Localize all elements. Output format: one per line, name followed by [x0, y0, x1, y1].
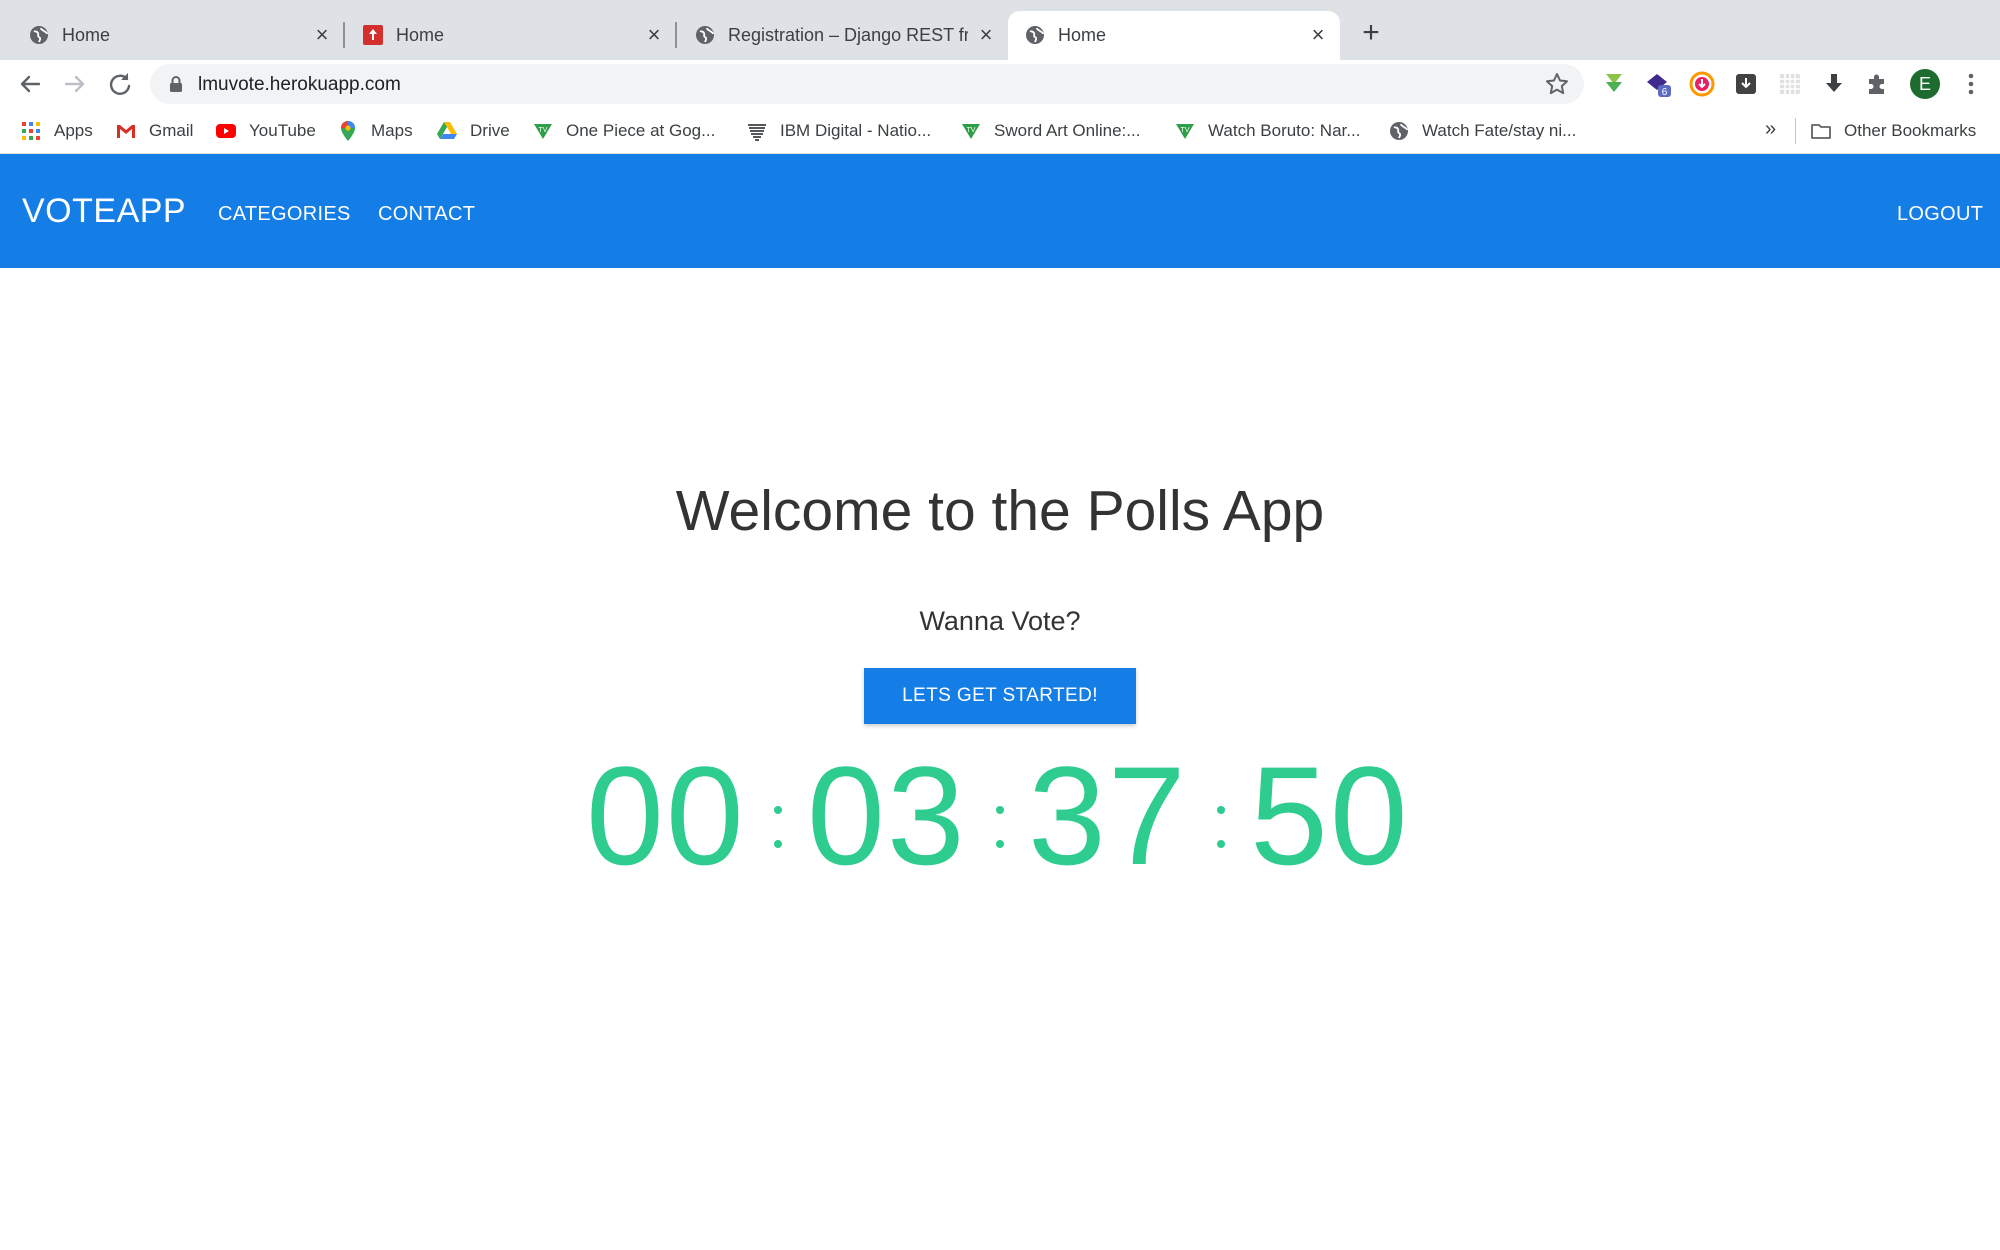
- browser-tab[interactable]: Registration – Django REST fra ×: [678, 11, 1008, 60]
- close-tab-icon[interactable]: ×: [310, 23, 334, 47]
- tab-title: Home: [396, 25, 445, 45]
- browser-tab[interactable]: Home ×: [12, 11, 338, 60]
- tab-divider: [675, 22, 677, 48]
- countdown-separator: [774, 806, 782, 848]
- countdown-separator: [996, 806, 1004, 848]
- green-download-extension-icon[interactable]: [1600, 70, 1628, 98]
- tv-icon: TV: [962, 124, 980, 139]
- tab-title: Registration – Django REST fra: [728, 25, 968, 45]
- save-extension-icon[interactable]: [1732, 70, 1760, 98]
- bookmarks-divider: [1795, 118, 1796, 144]
- globe-icon: [1026, 26, 1044, 44]
- svg-text:TV: TV: [539, 127, 548, 134]
- new-tab-icon[interactable]: +: [1356, 18, 1386, 48]
- maps-pin-icon: [341, 121, 355, 141]
- bookmark-label: Maps: [371, 121, 413, 140]
- countdown-separator: [1217, 806, 1225, 848]
- forward-arrow-icon[interactable]: [58, 67, 92, 101]
- countdown-days: 00: [586, 737, 746, 894]
- bookmark-boruto[interactable]: TV Watch Boruto: Nar...: [1174, 119, 1360, 143]
- kebab-menu-icon[interactable]: [1958, 70, 1984, 98]
- tab-title: Home: [1058, 25, 1107, 45]
- ibm-icon: [748, 124, 766, 141]
- nav-link-logout[interactable]: LOGOUT: [1897, 203, 1983, 226]
- countdown-hours: 03: [807, 737, 967, 894]
- profile-avatar[interactable]: E: [1910, 69, 1940, 99]
- bookmark-drive[interactable]: Drive: [436, 119, 510, 143]
- bookmark-fate-stay-night[interactable]: Watch Fate/stay ni...: [1388, 119, 1576, 143]
- grid-extension-icon[interactable]: [1776, 70, 1804, 98]
- globe-icon: [30, 26, 48, 44]
- reload-icon[interactable]: [103, 67, 137, 101]
- bookmark-label: Watch Fate/stay ni...: [1422, 121, 1577, 140]
- url-text: lmuvote.herokuapp.com: [198, 74, 401, 95]
- bookmark-label: Gmail: [149, 121, 194, 140]
- back-arrow-icon[interactable]: [13, 67, 47, 101]
- download-arrow-icon[interactable]: [1820, 70, 1848, 98]
- bookmark-label: YouTube: [249, 121, 316, 140]
- bookmarks-overflow-chevron[interactable]: »: [1765, 118, 1776, 141]
- bookmark-label: Apps: [54, 121, 93, 140]
- nav-link-categories[interactable]: CATEGORIES: [218, 203, 351, 226]
- brand-logo[interactable]: VOTEAPP: [22, 192, 186, 231]
- bookmark-label: Watch Boruto: Nar...: [1208, 121, 1361, 140]
- orange-download-extension-icon[interactable]: [1688, 70, 1716, 98]
- nav-link-contact[interactable]: CONTACT: [378, 203, 475, 226]
- bookmark-ibm-digital[interactable]: IBM Digital - Natio...: [746, 119, 931, 143]
- bookmark-label: One Piece at Gog...: [566, 121, 716, 140]
- bookmark-sword-art-online[interactable]: TV Sword Art Online:...: [960, 119, 1140, 143]
- tv-icon: TV: [1176, 124, 1194, 139]
- purple-extension-icon[interactable]: 6: [1644, 70, 1672, 98]
- apps-grid-icon: [22, 122, 40, 140]
- browser-toolbar: lmuvote.herokuapp.com 6 E: [0, 60, 2000, 108]
- bookmark-one-piece[interactable]: TV One Piece at Gog...: [532, 119, 715, 143]
- gmail-icon: [117, 125, 135, 138]
- browser-tab-active[interactable]: Home ×: [1008, 11, 1340, 60]
- extension-badge: 6: [1662, 87, 1668, 98]
- youtube-icon: [216, 124, 236, 138]
- browser-tab-strip: Home × Home × Registration – Django REST…: [0, 0, 2000, 60]
- bookmark-label: Drive: [470, 121, 510, 140]
- address-bar[interactable]: lmuvote.herokuapp.com: [150, 64, 1584, 104]
- tab-title: Home: [62, 25, 111, 45]
- svg-text:TV: TV: [1181, 127, 1190, 134]
- bookmark-label: IBM Digital - Natio...: [780, 121, 932, 140]
- close-tab-icon[interactable]: ×: [1306, 23, 1330, 47]
- app-navbar: VOTEAPP CATEGORIES CONTACT LOGOUT: [0, 154, 2000, 268]
- tab-divider: [343, 22, 345, 48]
- globe-icon: [696, 26, 714, 44]
- red-bookmark-icon: [363, 25, 383, 45]
- svg-text:TV: TV: [967, 127, 976, 134]
- close-tab-icon[interactable]: ×: [642, 23, 666, 47]
- bookmark-other-bookmarks[interactable]: Other Bookmarks: [1810, 119, 1976, 143]
- bookmarks-bar: Apps Gmail YouTube Maps Drive TV One Pie…: [0, 108, 2000, 154]
- bookmark-youtube[interactable]: YouTube: [215, 119, 316, 143]
- page-title: Welcome to the Polls App: [675, 479, 1325, 543]
- countdown-minutes: 37: [1028, 737, 1188, 894]
- bookmark-apps[interactable]: Apps: [20, 119, 93, 143]
- globe-icon: [1390, 122, 1408, 140]
- tv-icon: TV: [534, 124, 552, 139]
- get-started-button[interactable]: LETS GET STARTED!: [864, 668, 1136, 724]
- bookmark-gmail[interactable]: Gmail: [115, 119, 193, 143]
- hero-section: Welcome to the Polls App Wanna Vote? LET…: [0, 268, 2000, 1250]
- bookmark-maps[interactable]: Maps: [337, 119, 413, 143]
- drive-icon: [437, 122, 457, 139]
- lock-icon: [170, 76, 182, 92]
- bookmark-label: Sword Art Online:...: [994, 121, 1141, 140]
- browser-tab[interactable]: Home ×: [346, 11, 672, 60]
- countdown-seconds: 50: [1250, 737, 1410, 894]
- bookmark-star-icon[interactable]: [1544, 71, 1570, 97]
- page-subtitle: Wanna Vote?: [919, 606, 1081, 636]
- bookmark-label: Other Bookmarks: [1844, 121, 1977, 140]
- close-tab-icon[interactable]: ×: [974, 23, 998, 47]
- puzzle-extensions-icon[interactable]: [1864, 70, 1892, 98]
- folder-icon: [1811, 124, 1831, 139]
